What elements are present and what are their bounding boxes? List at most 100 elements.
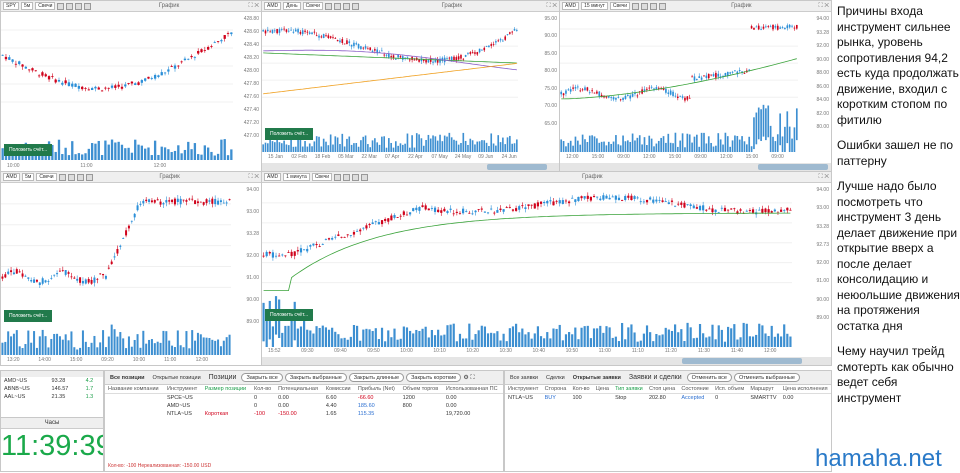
settings-icon[interactable] xyxy=(351,2,359,10)
table-row[interactable]: AMD~US 93.28 4.2 xyxy=(1,377,103,385)
candle xyxy=(139,203,142,205)
col-header[interactable]: Комиссии xyxy=(322,385,355,394)
price-chart[interactable] xyxy=(1,12,233,162)
tab-all-orders[interactable]: Все заявки xyxy=(507,375,541,381)
chart-type-select[interactable]: Свечи xyxy=(36,173,57,181)
tab-trades[interactable]: Сделки xyxy=(543,375,568,381)
chart-type-select[interactable]: Свечи xyxy=(311,173,333,181)
table-row[interactable]: SPCE~US 0 0.00 6.60 -66.60 1200 0.00 xyxy=(105,394,503,403)
chart-type-select[interactable]: Свечи xyxy=(35,2,56,10)
place-order-button[interactable]: Положить счёт... xyxy=(4,310,53,322)
col-header[interactable]: Цена исполнения xyxy=(779,385,831,394)
table-row[interactable]: NTLA~US Короткая -100 -150.00 1.65 115.35 19,7… xyxy=(105,410,503,418)
candle xyxy=(197,51,200,54)
col-header[interactable]: Объем торгов xyxy=(399,385,443,394)
volume-bar xyxy=(429,138,432,152)
window-close-icon[interactable]: ⛶ ✕ xyxy=(547,3,557,10)
settings-icon[interactable] xyxy=(361,173,369,181)
draw-icon[interactable] xyxy=(352,173,360,181)
draw-icon[interactable] xyxy=(76,173,84,181)
col-header[interactable]: Название компании xyxy=(105,385,164,394)
zoom-icon[interactable] xyxy=(67,173,75,181)
candle xyxy=(781,27,784,29)
window-close-icon[interactable]: ⛶ ✕ xyxy=(819,3,829,10)
candle xyxy=(657,87,660,89)
crosshair-icon[interactable] xyxy=(334,173,342,181)
symbol-field[interactable]: SPY xyxy=(3,2,20,10)
symbol-field[interactable]: AMD xyxy=(3,173,21,181)
place-order-button[interactable]: Положить счёт... xyxy=(265,128,314,140)
timeframe-select[interactable]: 5м xyxy=(22,173,35,181)
volume-bar xyxy=(15,330,18,355)
settings-icon[interactable] xyxy=(659,2,667,10)
table-row[interactable]: ABNB~US 146.57 1.7 xyxy=(1,385,103,393)
candle xyxy=(374,221,377,223)
place-order-button[interactable]: Положить счёт... xyxy=(265,309,314,321)
col-header[interactable]: Цена xyxy=(592,385,613,394)
price-chart[interactable] xyxy=(262,183,792,349)
col-header[interactable]: Стоп цена xyxy=(645,385,679,394)
tab-all-positions[interactable]: Все позиции xyxy=(107,375,148,381)
cancel-all-button[interactable]: Отменить все xyxy=(686,373,732,382)
col-header[interactable]: Тип заявки xyxy=(612,385,646,394)
chart-type-select[interactable]: Свечи xyxy=(609,2,631,10)
table-row[interactable]: AMD~US 0 0.00 4.40 185.60 800 0.00 xyxy=(105,402,503,410)
symbol-field[interactable]: AMD xyxy=(562,2,580,10)
cancel-selected-button[interactable]: Отменить выбранные xyxy=(733,373,800,382)
zoom-icon[interactable] xyxy=(333,2,341,10)
col-header[interactable]: Кол-во xyxy=(251,385,276,394)
draw-icon[interactable] xyxy=(342,2,350,10)
volume-bar xyxy=(337,334,340,347)
settings-icon[interactable] xyxy=(84,2,92,10)
crosshair-icon[interactable] xyxy=(58,173,66,181)
close-short-button[interactable]: Закрыть короткие xyxy=(406,373,462,382)
close-all-button[interactable]: Закрыть все xyxy=(241,373,283,382)
col-header[interactable]: Маршрут xyxy=(747,385,780,394)
col-header[interactable]: Инструмент xyxy=(163,385,202,394)
settings-icon[interactable] xyxy=(85,173,93,181)
table-row[interactable]: AAL~US 21.35 1.3 xyxy=(1,393,103,401)
crosshair-icon[interactable] xyxy=(632,2,640,10)
chart-type-select[interactable]: Свечи xyxy=(302,2,323,10)
timeframe-select[interactable]: 15 минут xyxy=(581,2,608,10)
col-header[interactable]: Прибыль (Net) xyxy=(354,385,400,394)
place-order-button[interactable]: Положить счёт... xyxy=(4,144,53,156)
col-header[interactable]: Кол-во xyxy=(569,385,593,394)
col-header[interactable]: Сторона xyxy=(541,385,570,394)
close-long-button[interactable]: Закрыть длинные xyxy=(348,373,405,382)
crosshair-icon[interactable] xyxy=(324,2,332,10)
window-close-icon[interactable]: ⛶ ✕ xyxy=(249,174,259,181)
symbol-field[interactable]: AMD xyxy=(264,173,282,181)
col-header[interactable]: Состояние xyxy=(678,385,713,394)
price-chart[interactable] xyxy=(560,12,798,154)
table-row[interactable]: NTLA~US BUY 100 Stop 202.80 Accepted 0 SMARTTV 0… xyxy=(505,394,831,403)
timeframe-select[interactable]: 1 минута xyxy=(283,173,310,181)
timeframe-select[interactable]: 5м xyxy=(21,2,34,10)
price-chart[interactable] xyxy=(1,183,231,357)
chart-scrollbar[interactable] xyxy=(560,163,831,171)
chart-scrollbar[interactable] xyxy=(262,163,559,171)
zoom-icon[interactable] xyxy=(66,2,74,10)
tab-open-positions[interactable]: Открытые позиции xyxy=(150,375,204,381)
window-close-icon[interactable]: ⛶ ✕ xyxy=(249,3,259,10)
candle xyxy=(506,34,509,35)
draw-icon[interactable] xyxy=(75,2,83,10)
symbol-field[interactable]: AMD xyxy=(264,2,282,10)
timeframe-select[interactable]: День xyxy=(283,2,301,10)
crosshair-icon[interactable] xyxy=(57,2,65,10)
zoom-icon[interactable] xyxy=(343,173,351,181)
zoom-icon[interactable] xyxy=(641,2,649,10)
volume-bar xyxy=(390,337,393,347)
chart-scrollbar[interactable] xyxy=(262,357,831,365)
tab-open-orders[interactable]: Открытые заявки xyxy=(570,375,624,381)
col-header[interactable]: Использованная ПС xyxy=(442,385,503,394)
col-header[interactable]: Исп. объем xyxy=(712,385,748,394)
draw-icon[interactable] xyxy=(650,2,658,10)
close-selected-button[interactable]: Закрыть выбранные xyxy=(284,373,347,382)
gear-icon[interactable]: ⚙ ⛶ xyxy=(463,374,474,382)
window-close-icon[interactable]: ⛶ ✕ xyxy=(819,174,829,181)
col-header[interactable]: Инструмент xyxy=(505,385,542,394)
price-tick: 427.00 xyxy=(243,133,259,139)
col-header[interactable]: Потенциальная xyxy=(275,385,323,394)
col-header[interactable]: Размер позиции xyxy=(201,385,252,394)
